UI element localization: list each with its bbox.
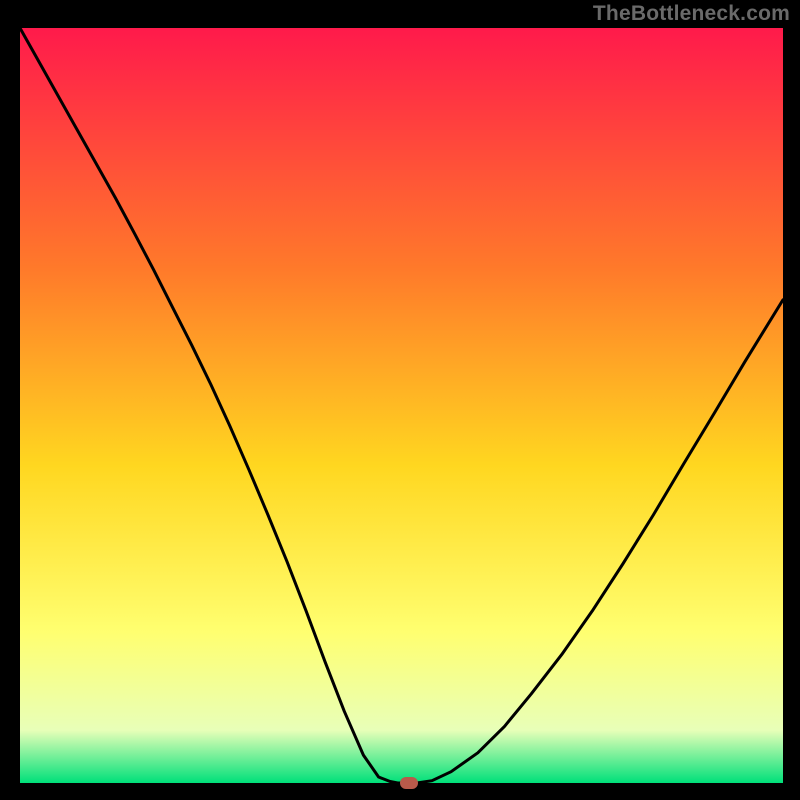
chart-svg <box>20 28 783 783</box>
watermark-text: TheBottleneck.com <box>593 2 790 26</box>
chart-frame: TheBottleneck.com <box>0 0 800 800</box>
gradient-background <box>20 28 783 783</box>
plot-area <box>20 28 783 783</box>
minimum-marker <box>400 777 418 789</box>
